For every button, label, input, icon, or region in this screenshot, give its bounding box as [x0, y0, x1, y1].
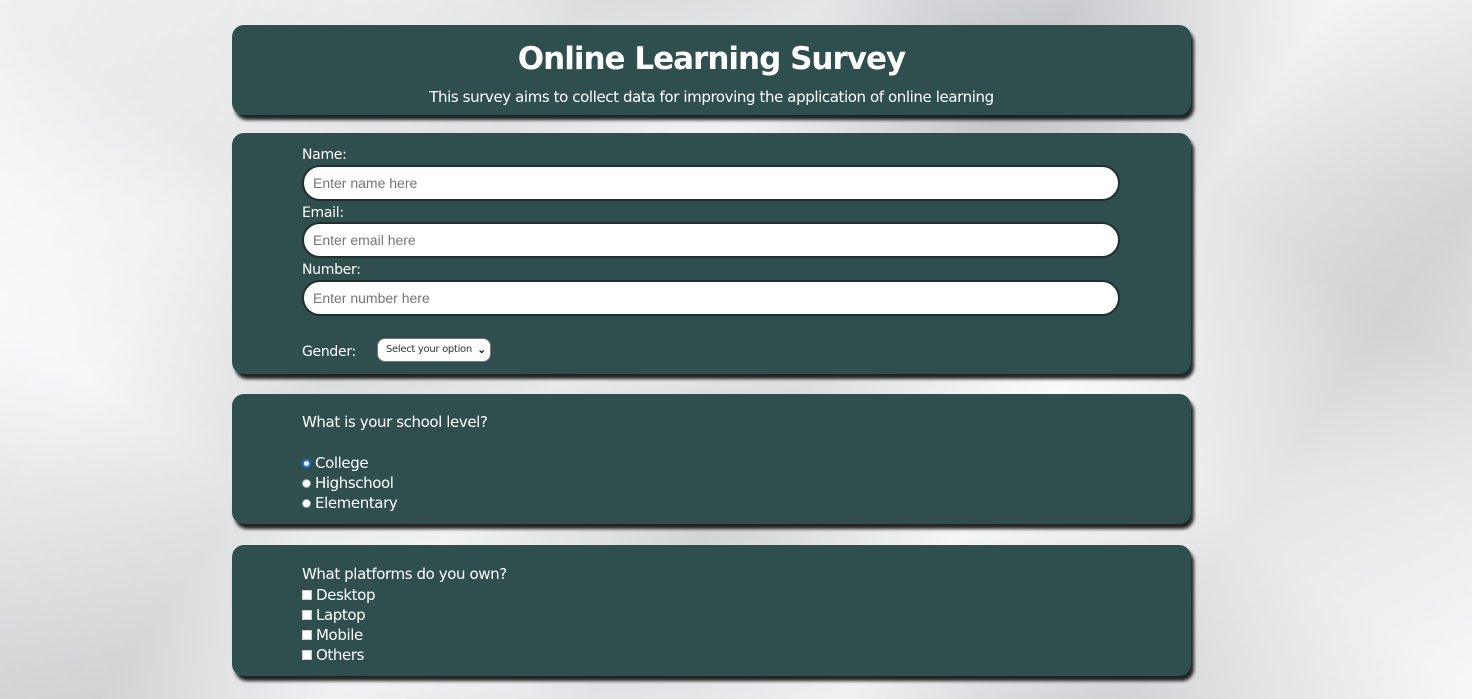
name-label: Name:	[302, 147, 347, 163]
gender-select[interactable]: Select your option ⌄	[377, 338, 491, 362]
gender-label: Gender:	[302, 344, 356, 360]
gender-select-value: Select your option	[386, 344, 472, 355]
page-description: This survey aims to collect data for imp…	[429, 88, 994, 106]
chevron-down-icon: ⌄	[477, 343, 486, 356]
checkbox-option-desktop[interactable]: Desktop	[302, 585, 375, 605]
email-label: Email:	[302, 205, 344, 221]
checkbox-option-mobile[interactable]: Mobile	[302, 625, 363, 645]
page-title: Online Learning Survey	[517, 41, 906, 77]
checkbox[interactable]	[302, 650, 312, 660]
radio-label: College	[315, 454, 369, 472]
checkbox-option-laptop[interactable]: Laptop	[302, 605, 366, 625]
radio-option-highschool[interactable]: Highschool	[302, 473, 394, 493]
name-input[interactable]	[302, 165, 1120, 201]
radio-label: Elementary	[315, 494, 398, 512]
radio-button[interactable]	[302, 498, 311, 508]
personal-info-card: Name: Email: Number: Gender: Select your…	[232, 133, 1191, 374]
radio-option-college[interactable]: College	[302, 453, 369, 473]
number-input[interactable]	[302, 280, 1120, 316]
checkbox[interactable]	[302, 630, 312, 640]
platforms-question: What platforms do you own?	[302, 565, 507, 583]
radio-label: Highschool	[315, 474, 394, 492]
checkbox-label: Others	[316, 646, 365, 664]
radio-button-checked[interactable]	[302, 458, 311, 468]
checkbox-label: Laptop	[316, 606, 366, 624]
email-input[interactable]	[302, 222, 1120, 258]
radio-button[interactable]	[302, 478, 311, 488]
checkbox-label: Mobile	[316, 626, 363, 644]
checkbox[interactable]	[302, 610, 312, 620]
number-label: Number:	[302, 262, 361, 278]
platforms-card: What platforms do you own? Desktop Lapto…	[232, 545, 1191, 676]
checkbox[interactable]	[302, 590, 312, 600]
header-card: Online Learning Survey This survey aims …	[232, 25, 1191, 115]
school-level-card: What is your school level? College Highs…	[232, 394, 1191, 524]
checkbox-option-others[interactable]: Others	[302, 645, 364, 665]
radio-option-elementary[interactable]: Elementary	[302, 493, 398, 513]
checkbox-label: Desktop	[316, 586, 376, 604]
school-level-question: What is your school level?	[302, 413, 488, 431]
